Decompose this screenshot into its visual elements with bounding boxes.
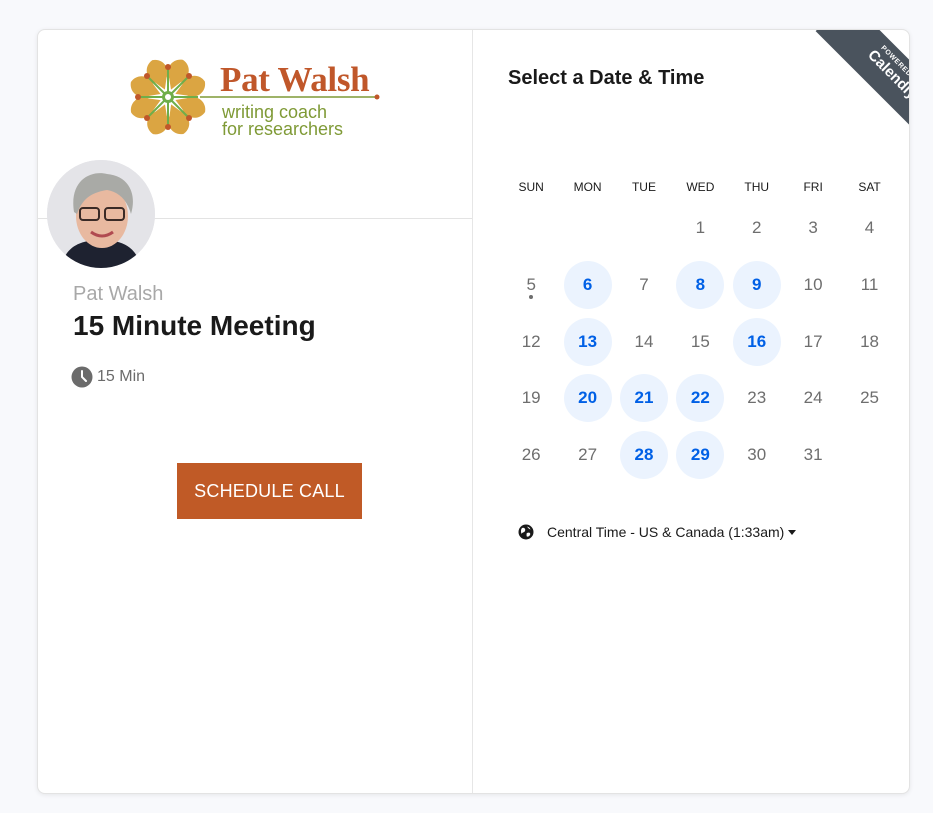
day-number: 27 xyxy=(578,445,598,465)
day-unavailable-3: 3 xyxy=(785,200,841,257)
day-number: 23 xyxy=(747,388,767,408)
day-number[interactable]: 28 xyxy=(619,431,668,480)
day-available-13[interactable]: 13 xyxy=(559,313,615,370)
day-unavailable-17: 17 xyxy=(785,313,841,370)
host-name: Pat Walsh xyxy=(73,283,164,305)
day-available-29[interactable]: 29 xyxy=(672,427,728,484)
day-number[interactable]: 16 xyxy=(732,317,781,366)
day-number: 11 xyxy=(860,275,879,295)
day-number: 14 xyxy=(634,331,654,351)
day-available-20[interactable]: 20 xyxy=(559,370,615,427)
day-available-9[interactable]: 9 xyxy=(729,257,785,314)
day-unavailable-12: 12 xyxy=(503,313,559,370)
day-available-6[interactable]: 6 xyxy=(559,257,615,314)
day-number[interactable]: 21 xyxy=(619,374,668,423)
today-indicator xyxy=(529,294,533,299)
empty-day-cell xyxy=(503,200,559,257)
day-number: 2 xyxy=(752,218,762,238)
day-unavailable-11: 11 xyxy=(841,257,897,314)
day-unavailable-23: 23 xyxy=(729,370,785,427)
weekday-label: MON xyxy=(573,180,602,194)
day-unavailable-31: 31 xyxy=(785,427,841,484)
day-number[interactable]: 13 xyxy=(563,317,612,366)
day-number: 17 xyxy=(803,331,823,351)
day-available-22[interactable]: 22 xyxy=(672,370,728,427)
day-number: 10 xyxy=(803,275,823,295)
day-number: 25 xyxy=(860,388,879,408)
weekday-label: WED xyxy=(686,180,715,194)
day-number[interactable]: 8 xyxy=(676,261,725,310)
ribbon-brand: Calendly xyxy=(864,46,909,103)
day-unavailable-19: 19 xyxy=(503,370,559,427)
event-details-panel: Pat Walsh writing coach for researchers … xyxy=(38,30,473,793)
day-number[interactable]: 22 xyxy=(676,374,725,423)
date-picker-panel: Select a Date & Time POWERED BY Calendly… xyxy=(473,30,909,793)
day-number: 26 xyxy=(521,445,541,465)
weekday-label: FRI xyxy=(803,180,823,194)
weekday-label: SUN xyxy=(518,180,544,194)
day-number[interactable]: 6 xyxy=(563,261,612,310)
calendar: SUN MON TUE WED THU FRI SAT 1 2 3 4 5 6 7 8 9 10 11 12 13 1… xyxy=(503,180,898,483)
day-number: 1 xyxy=(695,218,706,238)
day-number: 24 xyxy=(803,388,823,408)
logo-title: Pat Walsh xyxy=(220,60,370,99)
day-number: 30 xyxy=(747,445,767,465)
host-photo xyxy=(47,160,155,268)
duration-text: 15 Min xyxy=(97,368,146,385)
timezone-selector[interactable]: Central Time - US & Canada (1:33am) xyxy=(518,524,797,540)
section-title: Select a Date & Time xyxy=(508,67,705,89)
empty-day-cell xyxy=(559,200,615,257)
day-number[interactable]: 20 xyxy=(563,374,612,423)
day-number: 3 xyxy=(808,218,818,238)
day-unavailable-25: 25 xyxy=(841,370,897,427)
weekday-label: THU xyxy=(744,180,770,194)
day-unavailable-10: 10 xyxy=(785,257,841,314)
day-number[interactable]: 9 xyxy=(732,261,781,310)
day-unavailable-14: 14 xyxy=(616,313,672,370)
day-unavailable-26: 26 xyxy=(503,427,559,484)
day-number: 18 xyxy=(860,331,879,351)
day-number: 15 xyxy=(690,331,710,351)
day-number: 19 xyxy=(521,388,541,408)
day-available-28[interactable]: 28 xyxy=(616,427,672,484)
clock-icon xyxy=(71,366,93,388)
day-unavailable-27: 27 xyxy=(559,427,615,484)
day-unavailable-4: 4 xyxy=(841,200,897,257)
day-available-16[interactable]: 16 xyxy=(729,313,785,370)
caret-down-icon xyxy=(788,529,797,535)
brand-logo: Pat Walsh writing coach for researchers xyxy=(126,54,386,140)
day-number: 4 xyxy=(864,218,875,238)
globe-icon xyxy=(518,524,534,540)
weekday-label: TUE xyxy=(631,180,656,194)
day-unavailable-7: 7 xyxy=(616,257,672,314)
day-unavailable-5: 5 xyxy=(503,257,559,314)
host-avatar xyxy=(47,160,155,268)
day-available-21[interactable]: 21 xyxy=(616,370,672,427)
day-number[interactable]: 29 xyxy=(676,431,725,480)
day-unavailable-18: 18 xyxy=(841,313,897,370)
day-unavailable-30: 30 xyxy=(729,427,785,484)
day-available-8[interactable]: 8 xyxy=(672,257,728,314)
day-unavailable-2: 2 xyxy=(729,200,785,257)
day-unavailable-24: 24 xyxy=(785,370,841,427)
empty-day-cell xyxy=(616,200,672,257)
day-number: 5 xyxy=(526,275,536,295)
day-unavailable-15: 15 xyxy=(672,313,728,370)
event-duration: 15 Min xyxy=(71,366,145,388)
day-number: 12 xyxy=(521,331,541,351)
schedule-call-button[interactable]: SCHEDULE CALL xyxy=(177,463,362,519)
weekday-label: SAT xyxy=(858,180,881,194)
day-number: 31 xyxy=(803,445,823,465)
event-title: 15 Minute Meeting xyxy=(73,310,316,341)
logo-subtitle: for researchers xyxy=(222,119,344,139)
weekday-header: SUN MON TUE WED THU FRI SAT xyxy=(503,180,898,198)
booking-card: Pat Walsh writing coach for researchers … xyxy=(37,29,910,794)
day-number: 7 xyxy=(639,275,649,295)
day-unavailable-1: 1 xyxy=(672,200,728,257)
calendar-grid: 1 2 3 4 5 6 7 8 9 10 11 12 13 14 15 16 17 18 19 20 21 22 23 24 2… xyxy=(503,200,898,483)
powered-by-calendly-badge[interactable]: POWERED BY Calendly xyxy=(799,30,909,140)
timezone-label: Central Time - US & Canada (1:33am) xyxy=(547,524,785,540)
